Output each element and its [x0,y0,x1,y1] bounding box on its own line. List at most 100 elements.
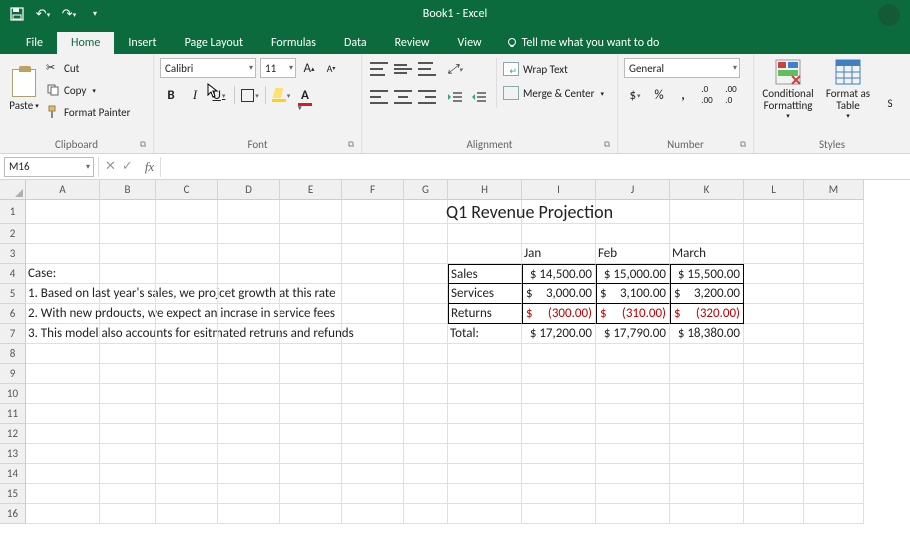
cell-A9[interactable] [26,364,100,384]
cell-L9[interactable] [744,364,804,384]
cell-C14[interactable] [156,464,218,484]
cell-J10[interactable] [596,384,670,404]
cell-D16[interactable] [218,504,280,524]
cell-F5[interactable] [342,284,404,304]
cell-F14[interactable] [342,464,404,484]
cell-I12[interactable] [522,424,596,444]
cell-A10[interactable] [26,384,100,404]
cell-M8[interactable] [804,344,864,364]
cell-A12[interactable] [26,424,100,444]
cell-H9[interactable] [448,364,522,384]
cell-A16[interactable] [26,504,100,524]
cell-K1[interactable] [670,200,744,224]
cell-G13[interactable] [404,444,448,464]
cancel-formula-button[interactable]: ✕ [105,159,116,174]
number-format-combo[interactable]: General▾ [624,58,740,78]
cell-K11[interactable] [670,404,744,424]
format-as-table-button[interactable]: Format as Table▾ [820,58,876,120]
cell-D5[interactable] [218,284,280,304]
cell-E10[interactable] [280,384,342,404]
cell-A2[interactable] [26,224,100,244]
cell-L3[interactable] [744,244,804,264]
save-button[interactable] [6,3,28,25]
cell-L6[interactable] [744,304,804,324]
cell-M3[interactable] [804,244,864,264]
cell-G8[interactable] [404,344,448,364]
cell-E5[interactable] [280,284,342,304]
cell-B4[interactable] [100,264,156,284]
cell-B8[interactable] [100,344,156,364]
cell-D12[interactable] [218,424,280,444]
cell-B7[interactable] [100,324,156,344]
row-header-9[interactable]: 9 [0,364,26,384]
percent-format-button[interactable]: % [648,84,670,106]
cell-A11[interactable] [26,404,100,424]
tab-page-layout[interactable]: Page Layout [171,32,257,54]
tab-review[interactable]: Review [381,32,444,54]
bold-button[interactable]: B [160,84,182,106]
cell-F4[interactable] [342,264,404,284]
cell-I9[interactable] [522,364,596,384]
cell-H13[interactable] [448,444,522,464]
cell-M5[interactable] [804,284,864,304]
col-header-K[interactable]: K [670,180,744,200]
tab-formulas[interactable]: Formulas [257,32,330,54]
copy-button[interactable]: Copy▾ [46,80,130,100]
col-header-G[interactable]: G [404,180,448,200]
cell-L12[interactable] [744,424,804,444]
cell-D8[interactable] [218,344,280,364]
cell-M7[interactable] [804,324,864,344]
cell-C8[interactable] [156,344,218,364]
cell-I6[interactable]: $(300.00) [522,304,596,324]
row-header-6[interactable]: 6 [0,304,26,324]
cell-M1[interactable] [804,200,864,224]
cell-E14[interactable] [280,464,342,484]
col-header-L[interactable]: L [744,180,804,200]
tab-home[interactable]: Home [57,32,114,54]
cell-J6[interactable]: $(310.00) [596,304,670,324]
grow-font-button[interactable]: A▴ [300,59,318,77]
cell-K2[interactable] [670,224,744,244]
comma-format-button[interactable]: , [672,84,694,106]
cell-F7[interactable] [342,324,404,344]
cell-G7[interactable] [404,324,448,344]
cell-A7[interactable]: 3. This model also accounts for esitmate… [26,324,100,344]
fill-color-button[interactable] [270,84,292,106]
row-header-12[interactable]: 12 [0,424,26,444]
cell-H4[interactable]: Sales [448,264,522,284]
cell-E9[interactable] [280,364,342,384]
cell-J14[interactable] [596,464,670,484]
cell-C16[interactable] [156,504,218,524]
cell-G16[interactable] [404,504,448,524]
cell-E12[interactable] [280,424,342,444]
underline-button[interactable]: U [208,84,230,106]
font-name-combo[interactable]: Calibri▾ [160,58,256,78]
wrap-text-button[interactable]: Wrap Text [503,58,604,80]
cell-G2[interactable] [404,224,448,244]
cell-L16[interactable] [744,504,804,524]
cell-E7[interactable] [280,324,342,344]
shrink-font-button[interactable]: A▾ [322,59,340,77]
cell-L13[interactable] [744,444,804,464]
italic-button[interactable]: I [184,84,206,106]
align-right-button[interactable] [416,86,438,108]
cell-E16[interactable] [280,504,342,524]
cell-B2[interactable] [100,224,156,244]
row-header-10[interactable]: 10 [0,384,26,404]
cell-B3[interactable] [100,244,156,264]
cell-D7[interactable] [218,324,280,344]
cell-D9[interactable] [218,364,280,384]
cut-button[interactable]: ✂Cut [46,58,130,78]
tab-file[interactable]: File [12,32,57,54]
cell-M9[interactable] [804,364,864,384]
font-dialog-launcher[interactable]: ⧉ [345,139,357,151]
cell-G3[interactable] [404,244,448,264]
orientation-button[interactable]: ⤢ [444,58,466,80]
cell-K14[interactable] [670,464,744,484]
cell-H12[interactable] [448,424,522,444]
cell-C13[interactable] [156,444,218,464]
cell-L5[interactable] [744,284,804,304]
cell-K5[interactable]: $3,200.00 [670,284,744,304]
cell-G10[interactable] [404,384,448,404]
cell-I10[interactable] [522,384,596,404]
